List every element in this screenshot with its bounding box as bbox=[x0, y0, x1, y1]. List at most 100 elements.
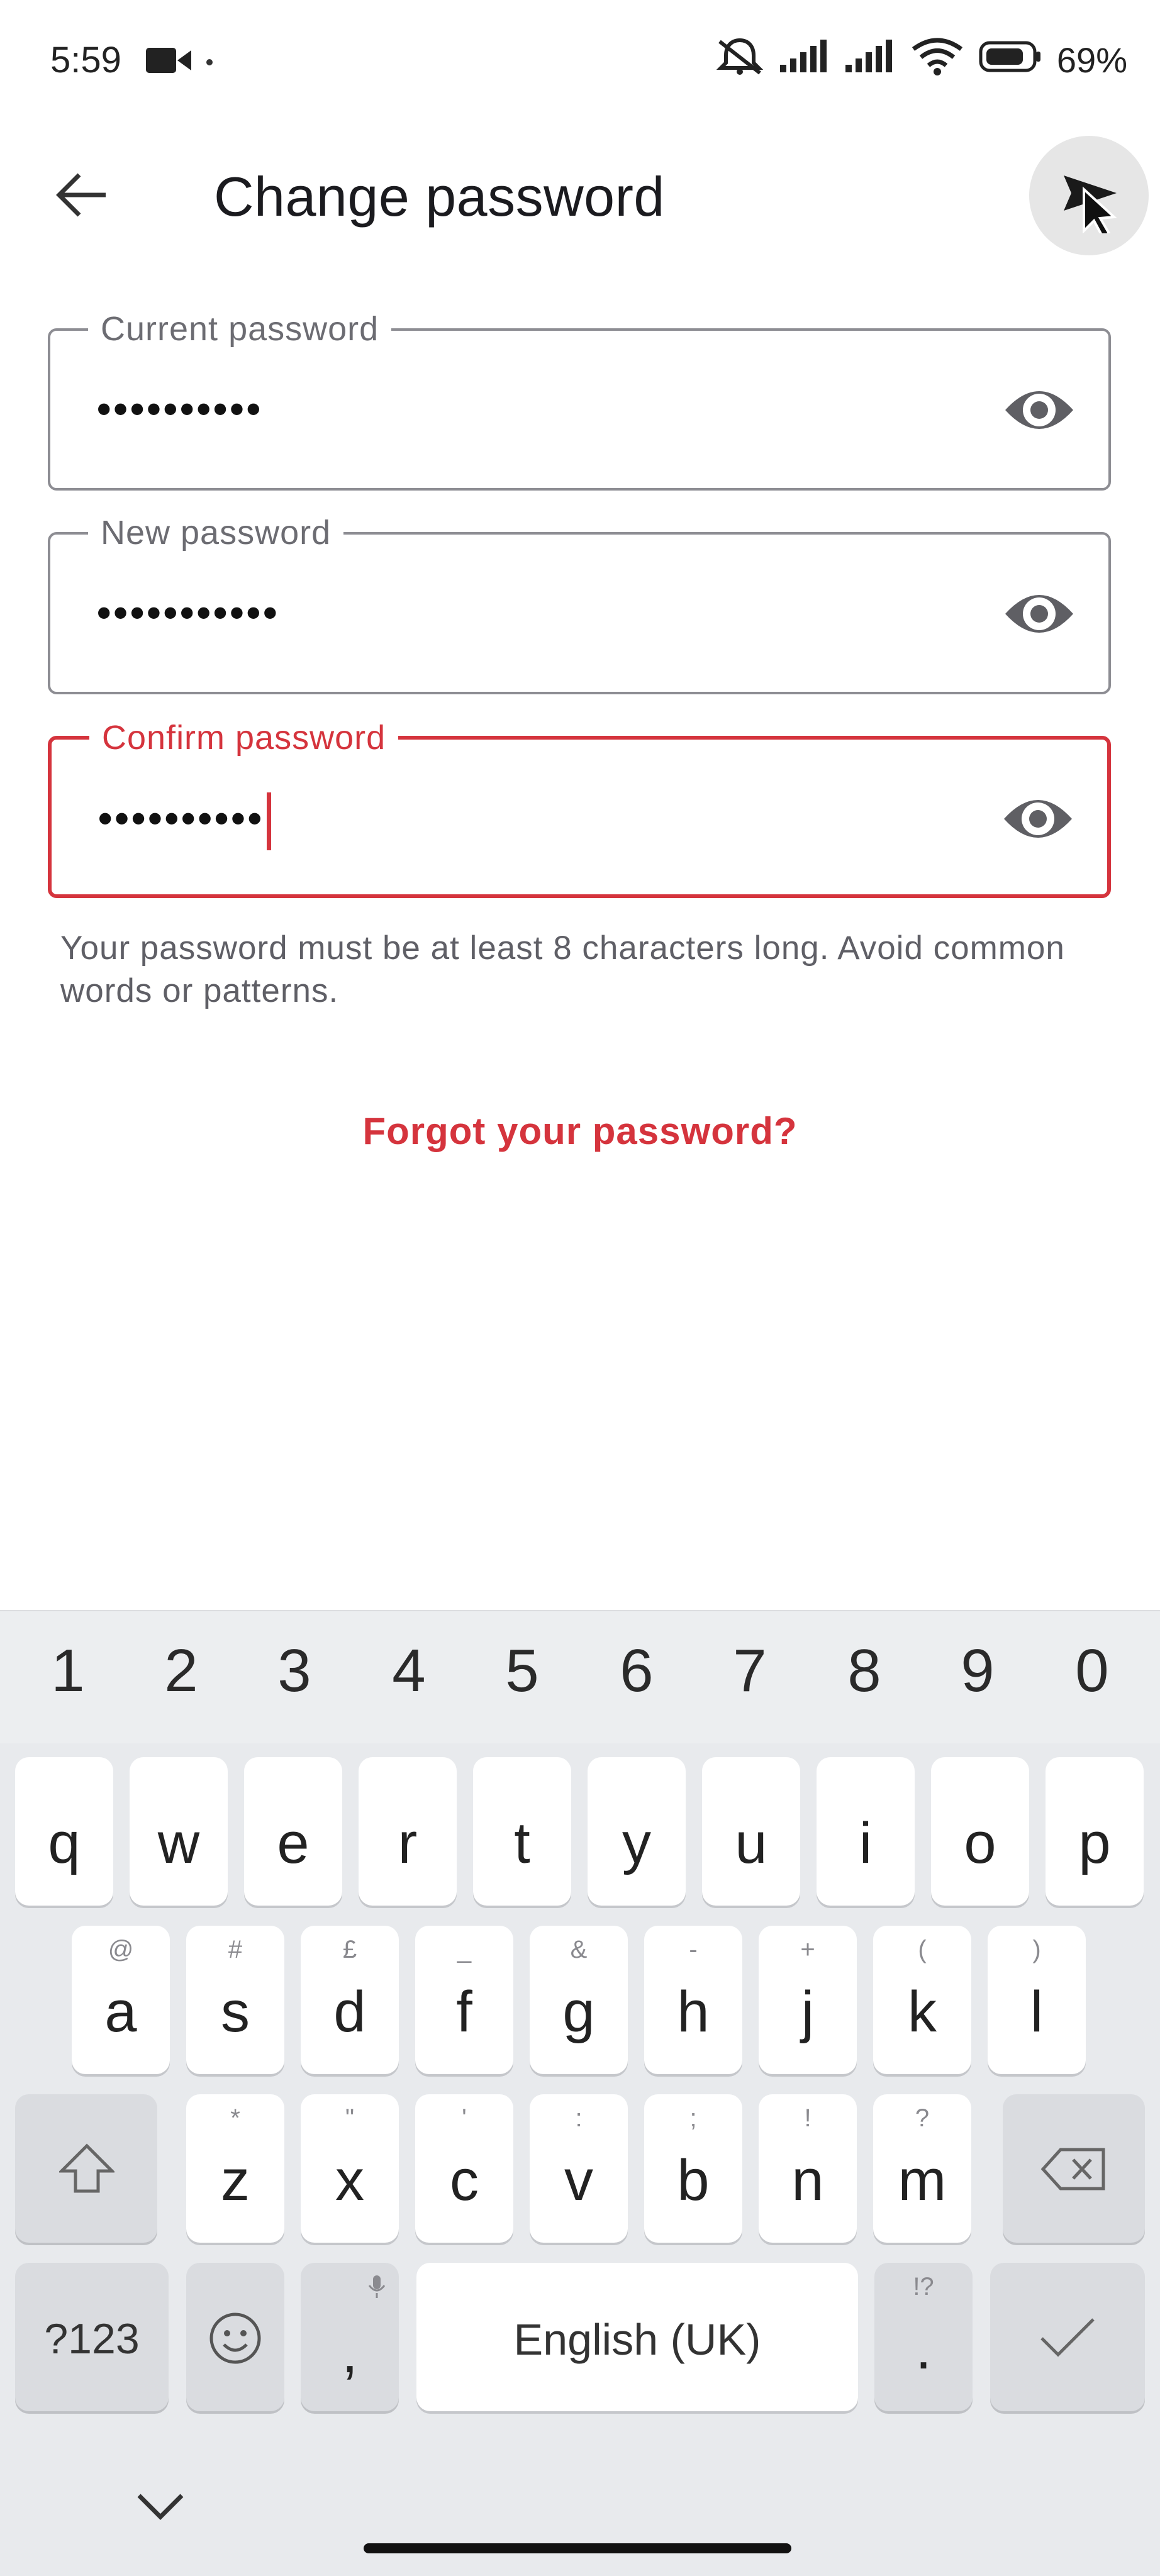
submit-button[interactable] bbox=[1029, 136, 1149, 255]
video-camera-icon bbox=[146, 47, 191, 77]
key-alt: * bbox=[230, 2104, 240, 2132]
send-icon bbox=[1064, 175, 1117, 233]
key-j[interactable]: + j bbox=[759, 1926, 857, 2074]
symbols-key[interactable]: ?123 bbox=[15, 2263, 169, 2411]
key-e[interactable]: e bbox=[244, 1757, 342, 1906]
key-alt: _ bbox=[457, 1936, 472, 1963]
keyboard-collapse-button[interactable] bbox=[126, 2472, 195, 2541]
key-n[interactable]: ! n bbox=[759, 2094, 857, 2243]
key-4[interactable]: 4 bbox=[359, 1636, 459, 1706]
key-9[interactable]: 9 bbox=[927, 1636, 1028, 1706]
status-time: 5:59 bbox=[50, 40, 121, 80]
key-label: z bbox=[221, 2148, 250, 2212]
key-label: e bbox=[277, 1811, 310, 1875]
key-7[interactable]: 7 bbox=[700, 1636, 800, 1706]
key-i[interactable]: i bbox=[817, 1757, 915, 1906]
key-8[interactable]: 8 bbox=[814, 1636, 915, 1706]
space-key[interactable]: English (UK) bbox=[416, 2263, 858, 2411]
key-3[interactable]: 3 bbox=[244, 1636, 345, 1706]
space-label: English (UK) bbox=[513, 2315, 761, 2364]
key-y[interactable]: y bbox=[588, 1757, 686, 1906]
key-alt: # bbox=[228, 1936, 243, 1963]
key-a[interactable]: @ a bbox=[72, 1926, 170, 2074]
chevron-down-icon bbox=[137, 2494, 184, 2520]
emoji-icon bbox=[209, 2312, 261, 2364]
key-s[interactable]: # s bbox=[186, 1926, 284, 2074]
confirm-password-label: Confirm password bbox=[89, 718, 399, 757]
key-label: n bbox=[791, 2148, 824, 2212]
key-alt: ' bbox=[462, 2104, 467, 2132]
enter-key[interactable] bbox=[990, 2263, 1145, 2411]
wifi-icon bbox=[911, 36, 964, 84]
key-0[interactable]: 0 bbox=[1042, 1636, 1142, 1706]
keyboard: 1 2 3 4 5 6 7 8 9 0 bbox=[0, 1610, 1160, 2576]
shift-key[interactable] bbox=[15, 2094, 157, 2243]
eye-icon[interactable] bbox=[1003, 379, 1076, 441]
key-alt: : bbox=[575, 2104, 583, 2132]
key-label: c bbox=[450, 2148, 479, 2212]
key-p[interactable]: p bbox=[1046, 1757, 1144, 1906]
key-label: b bbox=[677, 2148, 710, 2212]
key-x[interactable]: " x bbox=[301, 2094, 399, 2243]
key-h[interactable]: -h bbox=[644, 1926, 742, 2074]
key-o[interactable]: o bbox=[931, 1757, 1029, 1906]
key-v[interactable]: :v bbox=[530, 2094, 628, 2243]
current-password-value: •••••••••• bbox=[97, 386, 264, 431]
key-6[interactable]: 6 bbox=[586, 1636, 687, 1706]
mic-icon bbox=[368, 2275, 386, 2298]
key-alt: ! bbox=[804, 2104, 811, 2132]
period-alt: !? bbox=[913, 2273, 934, 2301]
symbols-label: ?123 bbox=[44, 2315, 140, 2363]
number-row: 1 2 3 4 5 6 7 8 9 0 bbox=[0, 1610, 1160, 1743]
key-alt: + bbox=[800, 1936, 815, 1963]
notification-dot bbox=[206, 59, 213, 65]
back-button[interactable] bbox=[44, 157, 120, 233]
key-u[interactable]: u bbox=[702, 1757, 800, 1906]
period-key[interactable]: !? . bbox=[874, 2263, 973, 2411]
new-password-field[interactable]: New password ••••••••••• bbox=[48, 513, 1111, 694]
key-t[interactable]: t bbox=[473, 1757, 571, 1906]
key-label: m bbox=[898, 2148, 947, 2212]
current-password-field[interactable]: Current password •••••••••• bbox=[48, 309, 1111, 491]
key-label: a bbox=[104, 1980, 137, 2044]
key-g[interactable]: & g bbox=[530, 1926, 628, 2074]
key-m[interactable]: ? m bbox=[873, 2094, 971, 2243]
key-l[interactable]: ) l bbox=[988, 1926, 1086, 2074]
key-1[interactable]: 1 bbox=[18, 1636, 118, 1706]
key-2[interactable]: 2 bbox=[131, 1636, 231, 1706]
confirm-password-field[interactable]: Confirm password •••••••••• bbox=[48, 718, 1111, 898]
forgot-password-link[interactable]: Forgot your password? bbox=[0, 1109, 1160, 1153]
key-label: g bbox=[562, 1980, 595, 2044]
key-label: y bbox=[622, 1811, 651, 1875]
key-r[interactable]: r bbox=[359, 1757, 457, 1906]
key-5[interactable]: 5 bbox=[472, 1636, 572, 1706]
key-d[interactable]: £ d bbox=[301, 1926, 399, 2074]
signal-icon-1 bbox=[779, 40, 830, 80]
key-label: d bbox=[333, 1980, 366, 2044]
key-q[interactable]: q bbox=[15, 1757, 113, 1906]
comma-label: , bbox=[342, 2321, 358, 2385]
backspace-key[interactable] bbox=[1003, 2094, 1145, 2243]
key-alt: ? bbox=[915, 2104, 930, 2132]
status-icons: 69% bbox=[715, 36, 1127, 84]
backspace-icon bbox=[1040, 2148, 1105, 2190]
eye-icon[interactable] bbox=[1001, 787, 1074, 850]
key-label: i bbox=[859, 1811, 873, 1875]
home-indicator[interactable] bbox=[364, 2543, 791, 2553]
new-password-value: ••••••••••• bbox=[97, 590, 280, 635]
key-f[interactable]: _ f bbox=[415, 1926, 513, 2074]
key-k[interactable]: (k bbox=[873, 1926, 971, 2074]
key-z[interactable]: * z bbox=[186, 2094, 284, 2243]
key-w[interactable]: w bbox=[130, 1757, 228, 1906]
comma-key[interactable]: , bbox=[301, 2263, 399, 2411]
battery-icon bbox=[979, 40, 1042, 80]
key-label: r bbox=[398, 1811, 418, 1875]
key-c[interactable]: ' c bbox=[415, 2094, 513, 2243]
battery-percent: 69% bbox=[1056, 40, 1127, 80]
new-password-label: New password bbox=[88, 513, 344, 552]
emoji-key[interactable] bbox=[186, 2263, 284, 2411]
key-alt: @ bbox=[108, 1936, 134, 1963]
key-label: k bbox=[908, 1980, 937, 2044]
key-b[interactable]: ; b bbox=[644, 2094, 742, 2243]
eye-icon[interactable] bbox=[1003, 582, 1076, 645]
